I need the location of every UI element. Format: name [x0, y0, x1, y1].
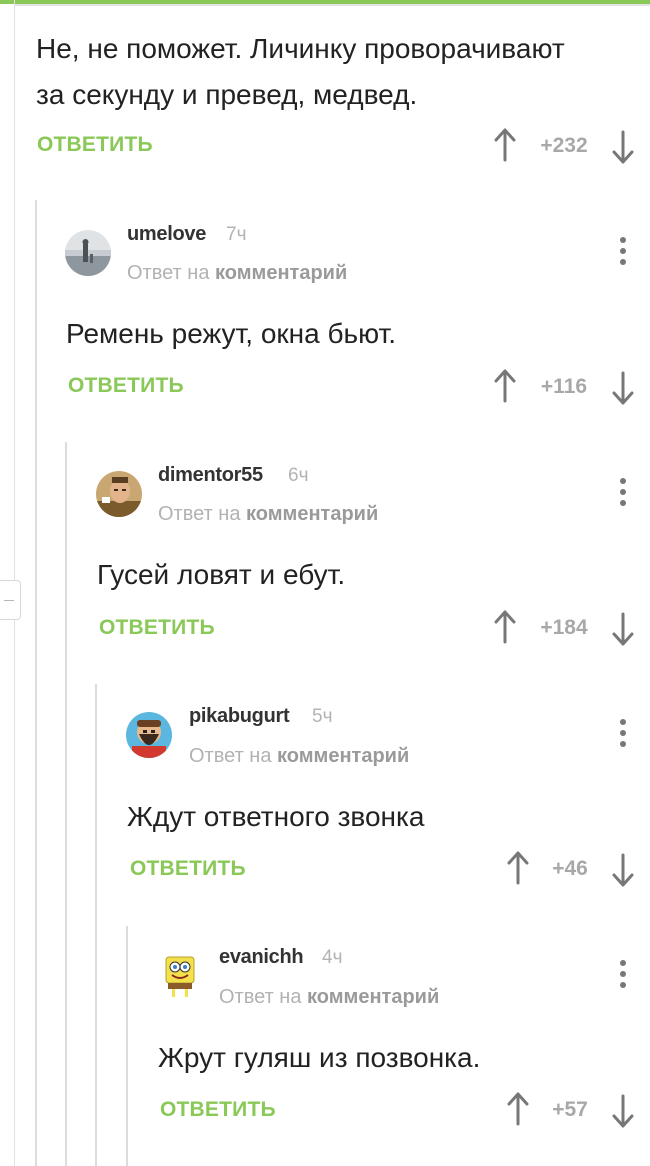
reply-button[interactable]: ОТВЕТИТЬ [99, 616, 215, 640]
vote-controls: +46 [505, 849, 642, 889]
upvote-icon[interactable] [492, 126, 518, 166]
reply-to-target[interactable]: комментарий [215, 262, 347, 284]
comment-time: 7ч [226, 224, 247, 245]
reply-button[interactable]: ОТВЕТИТЬ [37, 133, 153, 157]
reply-to-prefix: Ответ на [127, 262, 216, 284]
more-options-icon[interactable] [613, 715, 633, 751]
upvote-icon[interactable] [505, 1090, 531, 1130]
comment-text-line2: за секунду и превед, медвед. [36, 79, 418, 110]
upvote-icon[interactable] [492, 608, 518, 648]
reply-to-target[interactable]: комментарий [277, 745, 409, 767]
score: +184 [540, 616, 588, 639]
more-options-icon[interactable] [613, 956, 633, 992]
reply-to-prefix: Ответ на [189, 745, 278, 767]
collapse-thread-button[interactable] [0, 580, 21, 620]
thread-line-5 [126, 926, 128, 1166]
reply-to-prefix: Ответ на [219, 986, 308, 1008]
comment-time: 4ч [322, 947, 343, 968]
reply-button[interactable]: ОТВЕТИТЬ [68, 374, 184, 398]
more-options-icon[interactable] [613, 233, 633, 269]
score: +46 [552, 857, 588, 880]
reply-to-label[interactable]: Ответ на комментарий [189, 745, 409, 768]
reply-to-label[interactable]: Ответ на комментарий [158, 503, 378, 526]
downvote-icon[interactable] [610, 1090, 636, 1130]
score: +232 [540, 134, 588, 157]
downvote-icon[interactable] [610, 608, 636, 648]
avatar-photo-sea-icon[interactable] [65, 230, 111, 276]
upvote-icon[interactable] [492, 367, 518, 407]
author-name[interactable]: evanichh [219, 946, 304, 969]
downvote-icon[interactable] [610, 126, 636, 166]
top-divider [14, 4, 650, 6]
comment-text: Жрут гуляш из позвонка. [158, 1042, 481, 1073]
reply-to-label[interactable]: Ответ на комментарий [127, 262, 347, 285]
reply-to-target[interactable]: комментарий [246, 503, 378, 525]
upvote-icon[interactable] [505, 849, 531, 889]
author-name[interactable]: pikabugurt [189, 705, 290, 728]
vote-controls: +57 [505, 1090, 642, 1130]
vote-controls: +232 [492, 126, 642, 166]
downvote-icon[interactable] [610, 367, 636, 407]
author-name[interactable]: dimentor55 [158, 464, 263, 487]
comment-time: 5ч [312, 706, 333, 727]
more-options-icon[interactable] [613, 474, 633, 510]
thread-line-3 [65, 442, 67, 1166]
reply-button[interactable]: ОТВЕТИТЬ [130, 857, 246, 881]
avatar-photo-man-icon[interactable] [96, 471, 142, 517]
minus-icon [4, 600, 14, 601]
vote-controls: +184 [492, 608, 642, 648]
comment-time: 6ч [288, 465, 309, 486]
reply-to-prefix: Ответ на [158, 503, 247, 525]
downvote-icon[interactable] [610, 849, 636, 889]
reply-to-label[interactable]: Ответ на комментарий [219, 986, 439, 1009]
reply-button[interactable]: ОТВЕТИТЬ [160, 1098, 276, 1122]
comment-text: Ждут ответного звонка [127, 801, 425, 832]
comment-text: Ремень режут, окна бьют. [66, 318, 396, 349]
score: +57 [552, 1098, 588, 1121]
comment-text: Не, не поможет. Личинку проворачивают [36, 33, 565, 64]
avatar-sponge-icon[interactable] [157, 953, 203, 999]
vote-controls: +116 [492, 367, 642, 407]
author-name[interactable]: umelove [127, 223, 206, 246]
reply-to-target[interactable]: комментарий [307, 986, 439, 1008]
thread-line-2 [35, 200, 37, 1166]
thread-line-4 [95, 684, 97, 1166]
comment-text: Гусей ловят и ебут. [97, 559, 346, 590]
avatar-bearded-man-icon[interactable] [126, 712, 172, 758]
score: +116 [540, 375, 588, 398]
